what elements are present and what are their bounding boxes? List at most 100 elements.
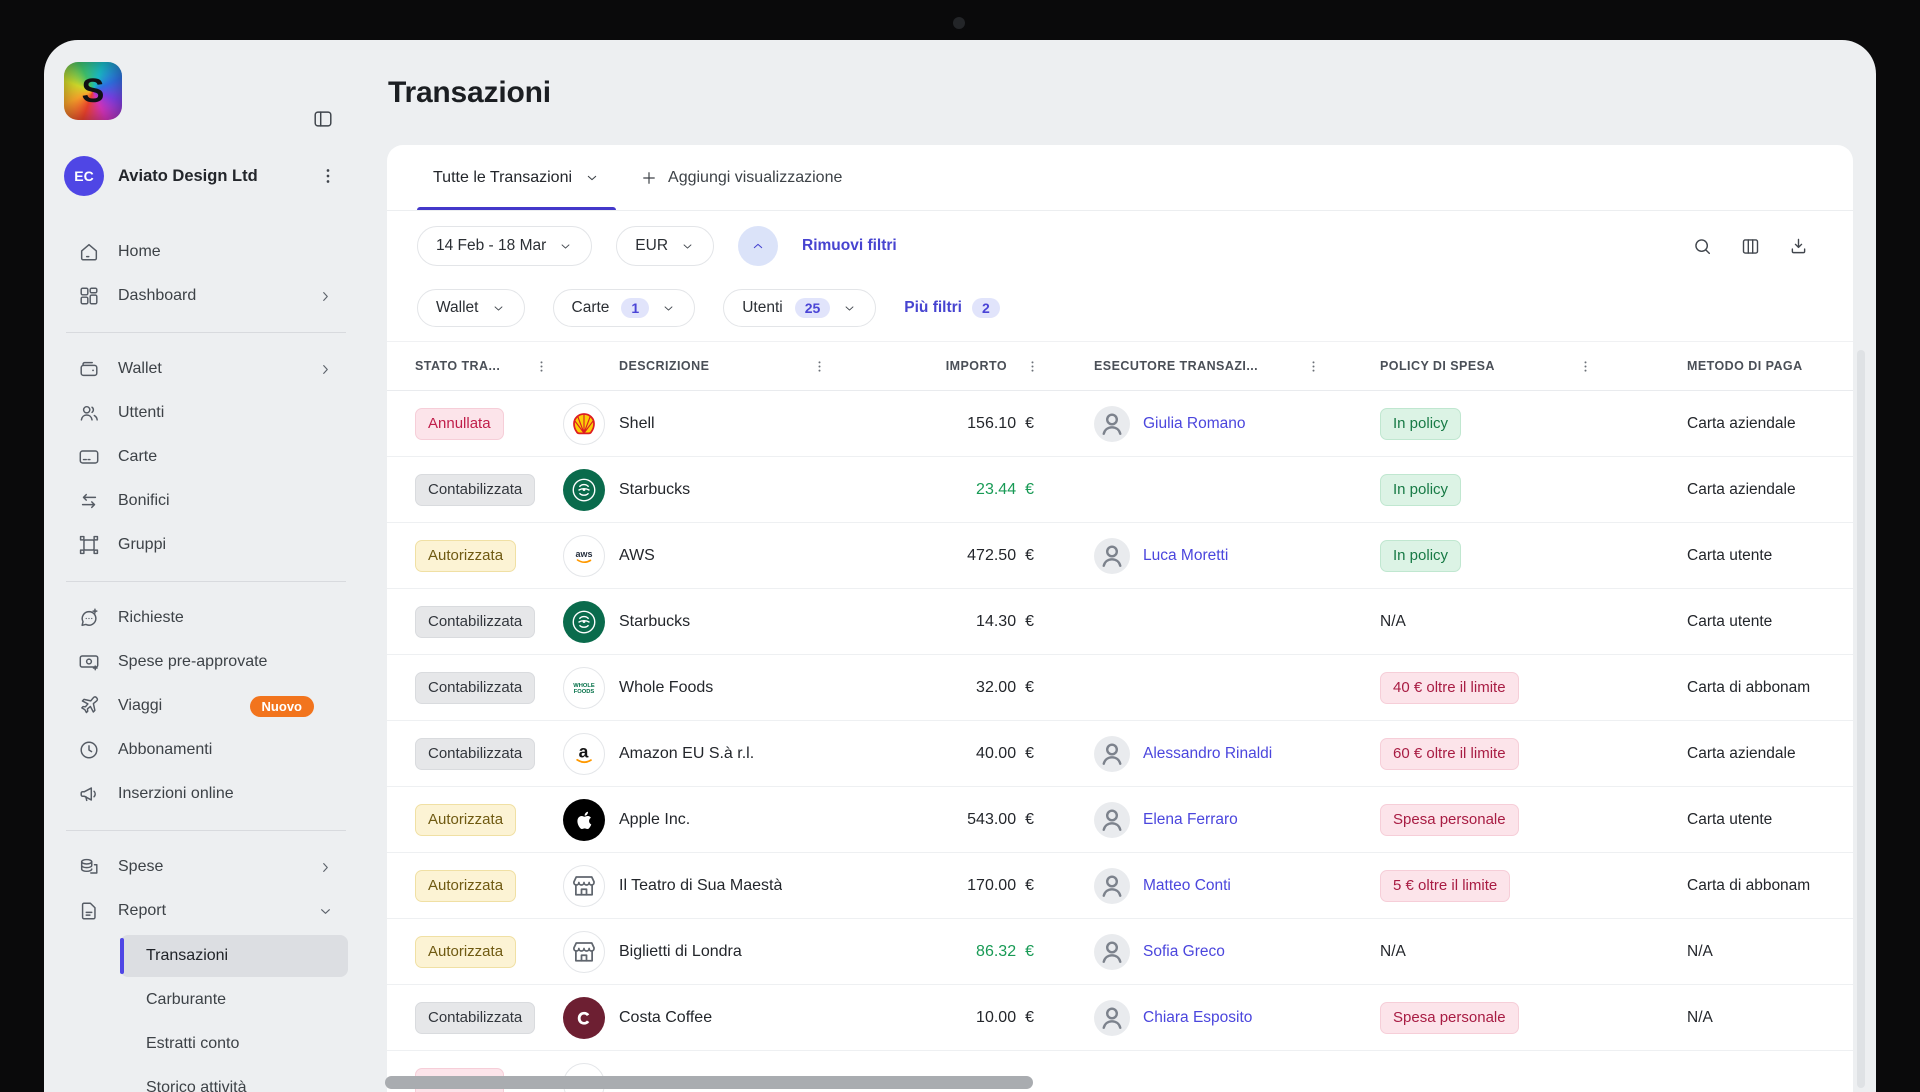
executor-link[interactable]: Sofia Greco [1143, 943, 1225, 961]
sidebar-item-spese-pre-approvate[interactable]: Spese pre-approvate [64, 640, 348, 684]
org-menu-button[interactable] [318, 166, 338, 186]
sidebar-divider [66, 332, 346, 333]
sidebar-item-wallet[interactable]: Wallet [64, 347, 348, 391]
sidebar-item-viaggi[interactable]: Viaggi Nuovo [64, 684, 348, 728]
executor-cell: Chiara Esposito [1054, 999, 1335, 1036]
amount-value: 10.00 [976, 1008, 1017, 1026]
table-row[interactable]: Autorizzata aws AWS 472.50 € Luca Moretti In p… [387, 523, 1853, 589]
remove-filters-link[interactable]: Rimuovi filtri [802, 237, 897, 255]
merchant-name: Il Teatro di Sua Maestà [619, 876, 783, 894]
amount-currency: € [1025, 480, 1034, 498]
sidebar-item-estratti-conto[interactable]: Estratti conto [120, 1023, 348, 1065]
table-row[interactable]: Contabilizzata Starbucks 23.44 € In policy Ca… [387, 457, 1853, 523]
currency-value: EUR [635, 237, 669, 254]
sidebar-item-label: Home [118, 243, 161, 260]
app-logo[interactable]: S [64, 62, 122, 120]
column-menu-icon[interactable] [1306, 359, 1321, 374]
app-screen: S EC Aviato Design Ltd Home Dashboard Wall… [44, 40, 1876, 1092]
sidebar-item-richieste[interactable]: Richieste [64, 596, 348, 640]
currency-filter[interactable]: EUR [616, 226, 715, 266]
sidebar-item-uttenti[interactable]: Uttenti [64, 391, 348, 435]
wallet-filter[interactable]: Wallet [417, 289, 525, 327]
executor-link[interactable]: Alessandro Rinaldi [1143, 745, 1272, 763]
column-header-importo[interactable]: IMPORTO [841, 359, 1054, 374]
payment-method-cell: Carta aziendale [1607, 481, 1853, 499]
policy-cell: Spesa personale [1335, 803, 1607, 836]
vertical-scrollbar[interactable] [1857, 350, 1865, 1088]
table-row[interactable]: Contabilizzata WHOLE FOODS Whole Foods 32.00… [387, 655, 1853, 721]
amount-currency: € [1025, 942, 1034, 960]
users-filter[interactable]: Utenti 25 [723, 289, 877, 327]
dashboard-icon [78, 285, 100, 307]
column-header-esecutore-transazi[interactable]: ESECUTORE TRANSAZI... [1054, 359, 1335, 374]
table-row[interactable]: Contabilizzata a Amazon EU S.à r.l. 40.00 € A… [387, 721, 1853, 787]
table-row[interactable]: Contabilizzata Costa Coffee 10.00 € Chiara E… [387, 985, 1853, 1051]
sidebar-item-storico-attivit[interactable]: Storico attività [120, 1067, 348, 1092]
executor-link[interactable]: Luca Moretti [1143, 547, 1228, 565]
status-badge: Contabilizzata [415, 473, 536, 506]
sidebar-item-carte[interactable]: Carte [64, 435, 348, 479]
collapse-filters-button[interactable] [738, 226, 779, 266]
executor-cell: Elena Ferraro [1054, 801, 1335, 838]
amount-currency: € [1025, 546, 1034, 564]
column-menu-icon[interactable] [812, 359, 827, 374]
payment-method-text: Carta di abbonam [1687, 678, 1811, 696]
column-header-descrizione[interactable]: DESCRIZIONE [563, 359, 841, 374]
sidebar-item-dashboard[interactable]: Dashboard [64, 274, 348, 318]
column-menu-icon[interactable] [1578, 359, 1593, 374]
sidebar-collapse-button[interactable] [312, 108, 334, 130]
columns-icon[interactable] [1740, 236, 1761, 257]
merchant-name: Whole Foods [619, 678, 714, 696]
horizontal-scrollbar[interactable] [385, 1076, 1033, 1089]
sidebar-item-label: Uttenti [118, 404, 165, 421]
sidebar-item-abbonamenti[interactable]: Abbonamenti [64, 728, 348, 772]
tab-all-transactions[interactable]: Tutte le Transazioni [417, 145, 617, 210]
table-row[interactable]: Autorizzata Il Teatro di Sua Maestà 170.00… [387, 853, 1853, 919]
table-row[interactable]: Annullata Shell 156.10 € Giulia Romano In pol… [387, 391, 1853, 457]
chevron-up-icon [750, 238, 766, 254]
executor-link[interactable]: Matteo Conti [1143, 877, 1231, 895]
policy-cell: In policy [1335, 473, 1607, 506]
date-range-filter[interactable]: 14 Feb - 18 Mar [417, 226, 593, 266]
policy-badge: Spesa personale [1380, 1001, 1519, 1034]
sidebar-item-label: Carte [118, 448, 158, 465]
sidebar-item-home[interactable]: Home [64, 230, 348, 274]
payment-method-text: Carta utente [1687, 546, 1773, 564]
sidebar-item-label: Carburante [146, 991, 227, 1008]
column-menu-icon[interactable] [534, 359, 549, 374]
executor-link[interactable]: Elena Ferraro [1143, 811, 1238, 829]
column-header-metodo-di-paga[interactable]: METODO DI PAGA [1607, 359, 1853, 373]
sidebar-item-bonifici[interactable]: Bonifici [64, 479, 348, 523]
policy-badge: In policy [1380, 473, 1462, 506]
sidebar-item-gruppi[interactable]: Gruppi [64, 523, 348, 567]
payment-method-cell: Carta aziendale [1607, 415, 1853, 433]
org-switcher[interactable]: EC Aviato Design Ltd [64, 156, 348, 196]
sidebar-item-inserzioni-online[interactable]: Inserzioni online [64, 772, 348, 816]
sidebar-item-label: Transazioni [146, 947, 229, 964]
payment-method-text: Carta utente [1687, 810, 1773, 828]
search-icon[interactable] [1692, 236, 1713, 257]
column-header-policy-di-spesa[interactable]: POLICY DI SPESA [1335, 359, 1607, 374]
table-row[interactable]: Autorizzata Biglietti di Londra 86.32 € Sofi… [387, 919, 1853, 985]
policy-cell: 5 € oltre il limite [1335, 869, 1607, 902]
status-cell: Contabilizzata [415, 1001, 563, 1034]
cards-filter[interactable]: Carte 1 [552, 289, 696, 327]
column-header-stato-tra[interactable]: STATO TRA... [415, 359, 563, 374]
expenses-icon [78, 856, 100, 878]
merchant-name: Starbucks [619, 612, 691, 630]
sidebar-item-label: Spese pre-approvate [118, 653, 268, 670]
add-view-button[interactable]: Aggiungi visualizzazione [640, 169, 842, 187]
sidebar-item-carburante[interactable]: Carburante [120, 979, 348, 1021]
sidebar-item-transazioni[interactable]: Transazioni [120, 935, 348, 977]
table-row[interactable]: Contabilizzata Starbucks 14.30 € N/A Carta ut… [387, 589, 1853, 655]
executor-link[interactable]: Giulia Romano [1143, 415, 1246, 433]
download-icon[interactable] [1788, 236, 1809, 257]
more-filters-link[interactable]: Più filtri 2 [904, 298, 1000, 318]
executor-link[interactable]: Chiara Esposito [1143, 1009, 1252, 1027]
sidebar-item-report[interactable]: Report [64, 889, 348, 933]
table-row[interactable]: Autorizzata Apple Inc. 543.00 € Elena Ferrar… [387, 787, 1853, 853]
column-menu-icon[interactable] [1025, 359, 1040, 374]
sidebar-item-spese[interactable]: Spese [64, 845, 348, 889]
filter-bar-primary: 14 Feb - 18 Mar EUR Rimuovi filtri [387, 211, 1853, 281]
page-title: Transazioni [388, 76, 551, 109]
